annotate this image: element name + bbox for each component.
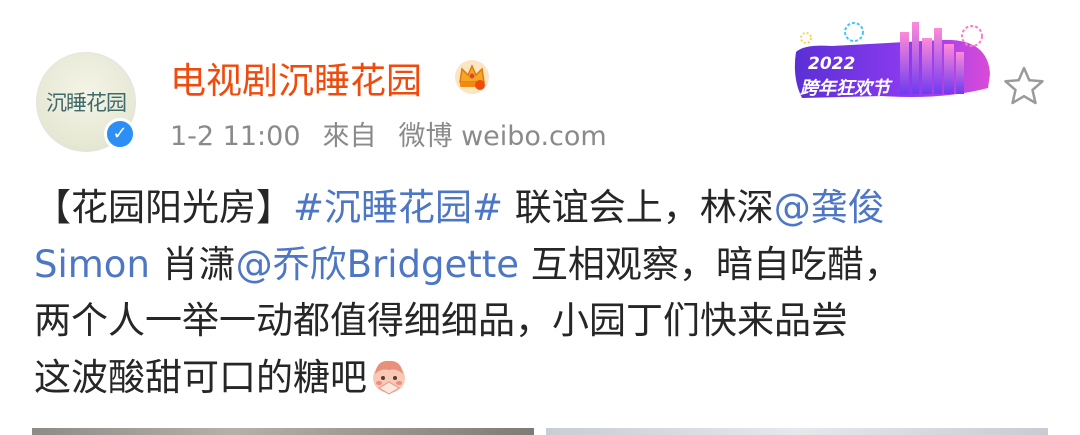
post-line-1: 【花园阳光房】#沉睡花园# 联谊会上，林深@龚俊	[34, 180, 1054, 237]
post-meta: 1-2 11:00 來自 微博 weibo.com	[170, 114, 629, 153]
post-text-segment: 肖潇	[149, 242, 236, 286]
post-timestamp[interactable]: 1-2 11:00	[170, 121, 301, 152]
crown-icon[interactable]	[452, 56, 492, 96]
verified-badge-icon: ✓	[104, 118, 136, 150]
hashtag-link[interactable]: #沉睡花园#	[293, 186, 503, 229]
mention-link-qiaoxin[interactable]: @乔欣Bridgette	[236, 243, 519, 286]
post-text: 【花园阳光房】#沉睡花园# 联谊会上，林深@龚俊 Simon 肖潇@乔欣Brid…	[34, 180, 1054, 406]
source-name[interactable]: 微博 weibo.com	[399, 121, 607, 152]
post-text-segment: 互相观察，暗自吃醋，	[519, 242, 901, 286]
post-line-3: 两个人一举一动都值得细细品，小园丁们快来品尝	[34, 299, 848, 342]
banner-year: 2022	[808, 54, 856, 74]
post-line-2: Simon 肖潇@乔欣Bridgette 互相观察，暗自吃醋，	[34, 237, 1054, 294]
author-name[interactable]: 电视剧沉睡花园	[170, 52, 422, 104]
post-image-thumbnail-1[interactable]	[32, 428, 534, 435]
post-text-segment: 联谊会上，林深	[503, 186, 774, 229]
bashful-emoji-icon	[373, 360, 405, 395]
post-prefix: 【花园阳光房】	[34, 186, 293, 229]
post-text-segment: 这波酸甜可口的糖吧	[34, 355, 367, 399]
mention-link-gongjun[interactable]: @龚俊	[774, 186, 885, 229]
star-outline-icon[interactable]	[1000, 62, 1048, 110]
avatar-logo-text: 沉睡花园	[46, 91, 127, 115]
new-year-banner[interactable]: 2022 跨年狂欢节	[792, 18, 994, 104]
post-image-thumbnail-2[interactable]	[546, 428, 1048, 435]
banner-title: 跨年狂欢节	[800, 78, 890, 99]
post-line-4: 这波酸甜可口的糖吧	[34, 350, 1054, 407]
source-label: 來自	[322, 121, 377, 152]
mention-link-gongjun-continued[interactable]: Simon	[34, 243, 150, 286]
